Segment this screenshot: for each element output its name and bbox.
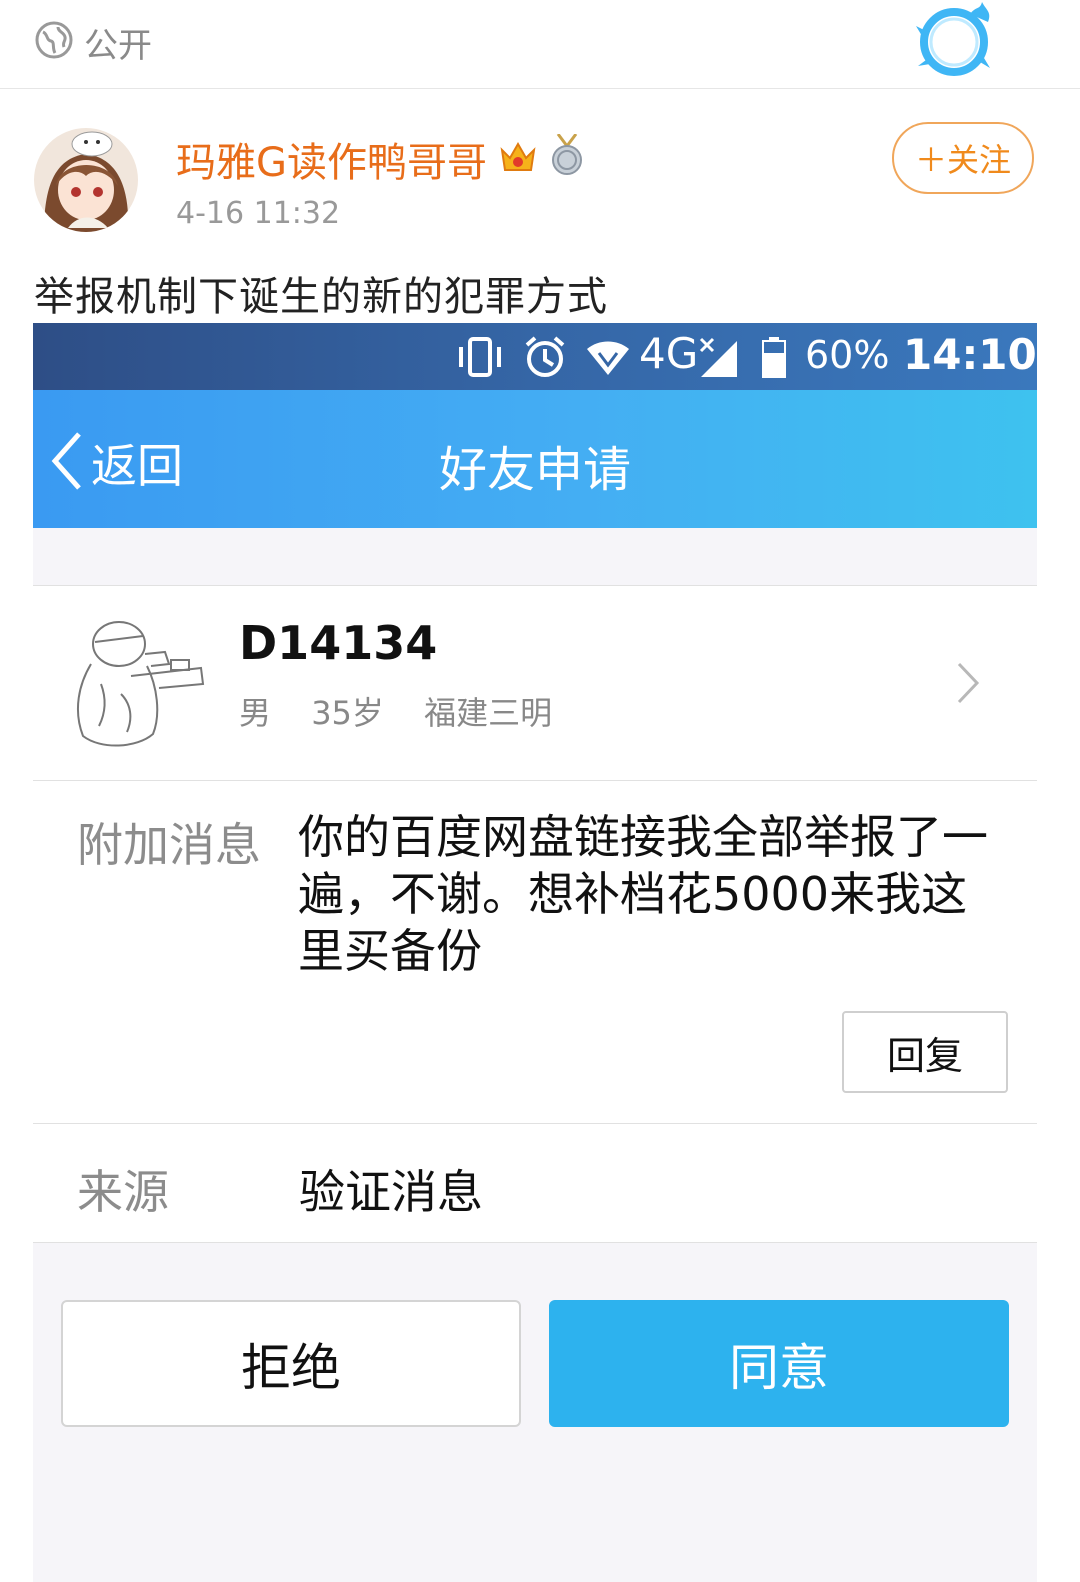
- reply-button[interactable]: 回复: [842, 1011, 1008, 1093]
- source-label: 来源: [77, 1165, 169, 1219]
- nav-bar: 返回 好友申请: [33, 390, 1037, 528]
- alarm-icon: [525, 336, 565, 377]
- requester-name: D14134: [239, 616, 438, 670]
- requester-age: 35岁: [311, 694, 384, 732]
- requester-profile[interactable]: D14134 男 35岁 福建三明: [33, 586, 1037, 781]
- wifi-icon: [587, 341, 629, 375]
- fire-ring-icon: [916, 2, 990, 76]
- section-gap: [33, 528, 1037, 586]
- visibility-label: 公开: [84, 26, 152, 66]
- globe-icon: [35, 21, 73, 59]
- requester-gender: 男: [239, 694, 272, 732]
- network-type: 4G: [639, 329, 699, 378]
- chevron-right-icon: [957, 662, 980, 704]
- battery-icon: [762, 337, 786, 378]
- reject-button[interactable]: 拒绝: [61, 1300, 521, 1427]
- source-value: 验证消息: [299, 1165, 483, 1219]
- source-row: 来源 验证消息: [33, 1124, 1037, 1243]
- requester-avatar[interactable]: [61, 614, 207, 754]
- status-bar: 4G 60% 14:10: [33, 323, 1037, 390]
- accept-button[interactable]: 同意: [549, 1300, 1009, 1427]
- post-text: 举报机制下诞生的新的犯罪方式: [34, 274, 608, 320]
- clock: 14:10: [903, 330, 1037, 379]
- battery-level: 60%: [805, 333, 890, 377]
- post-timestamp: 4-16 11:32: [176, 196, 341, 231]
- medal-badge-icon[interactable]: [548, 134, 586, 176]
- requester-location: 福建三明: [424, 694, 553, 732]
- signal-icon: [699, 337, 737, 377]
- requester-info: 男 35岁 福建三明: [239, 688, 582, 734]
- author-name[interactable]: 玛雅G读作鸭哥哥: [176, 130, 487, 188]
- author-avatar[interactable]: [34, 128, 138, 232]
- vibrate-icon: [459, 337, 501, 377]
- visibility-bar: 公开: [0, 0, 1080, 89]
- follow-button[interactable]: ＋关注: [892, 122, 1034, 194]
- additional-message-row: 附加消息 你的百度网盘链接我全部举报了一遍，不谢。想补档花5000来我这里买备份…: [33, 781, 1037, 1124]
- page-title: 好友申请: [438, 442, 631, 498]
- message-label: 附加消息: [77, 818, 261, 872]
- crown-badge-icon[interactable]: [498, 136, 538, 176]
- embedded-screenshot[interactable]: 4G 60% 14:10 返回 好友申请 D14134 男 35岁 福建三明 附…: [33, 323, 1037, 1582]
- message-body: 你的百度网盘链接我全部举报了一遍，不谢。想补档花5000来我这里买备份: [298, 810, 988, 978]
